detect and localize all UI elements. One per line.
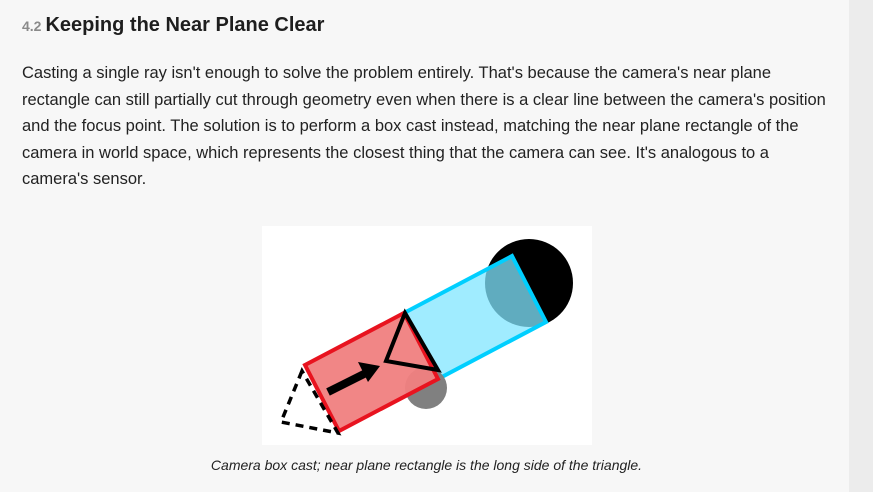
section-title: Keeping the Near Plane Clear: [45, 14, 325, 36]
section-number: 4.2: [22, 18, 42, 34]
scrollbar-gutter[interactable]: [849, 0, 873, 492]
content-panel: 4.2 Keeping the Near Plane Clear Casting …: [0, 0, 849, 492]
box-cast-illustration: [278, 239, 573, 436]
box-cast-figure: [262, 226, 592, 445]
section-heading: 4.2 Keeping the Near Plane Clear: [22, 10, 324, 38]
body-paragraph: Casting a single ray isn't enough to sol…: [22, 64, 826, 188]
figure-caption: Camera box cast; near plane rectangle is…: [210, 457, 643, 473]
